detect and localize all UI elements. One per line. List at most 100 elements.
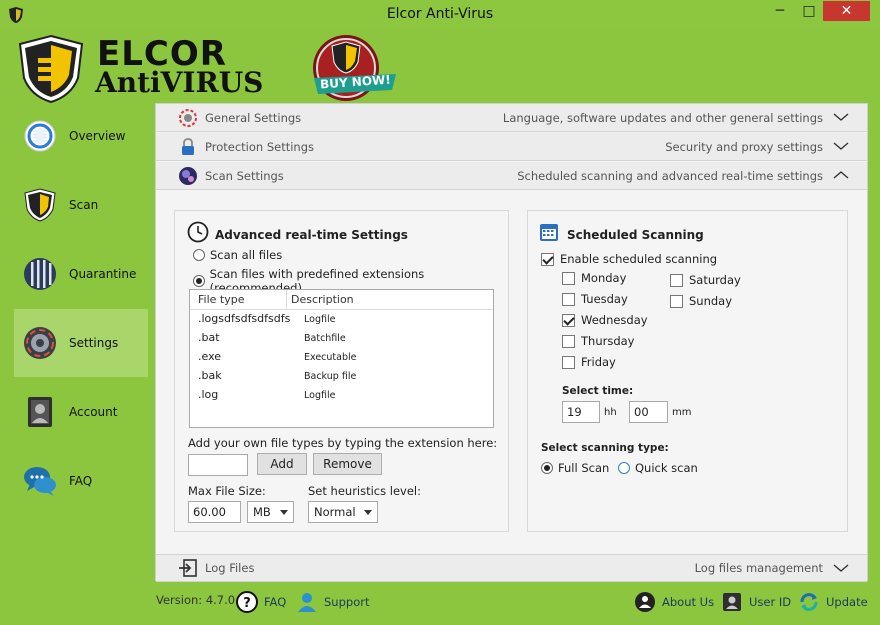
table-row[interactable]: .bat Batchfile xyxy=(190,329,493,348)
radio-circle-selected xyxy=(193,275,205,287)
description-cell: Batchfile xyxy=(304,333,346,344)
radio-circle xyxy=(193,249,205,261)
add-button[interactable]: Add xyxy=(257,453,307,475)
elcor-logo-shield xyxy=(18,34,84,104)
section-scan-settings[interactable]: Scan Settings Scheduled scanning and adv… xyxy=(156,162,867,190)
table-row[interactable]: .logsdfsdfsdfsdfs Logfile xyxy=(190,310,493,329)
footer-support-label: Support xyxy=(324,595,370,609)
description-cell: Backup file xyxy=(304,371,357,382)
nav-item-overview[interactable]: Overview xyxy=(14,102,148,170)
nav-item-scan[interactable]: Scan xyxy=(14,171,148,239)
radio-full-scan[interactable]: Full Scan xyxy=(541,461,609,475)
column-separator xyxy=(286,290,287,310)
close-button[interactable]: ✕ xyxy=(823,1,870,21)
footer-about-link[interactable]: About Us xyxy=(634,591,714,613)
section-title: Protection Settings xyxy=(205,139,315,154)
nav-item-account[interactable]: Account xyxy=(14,378,148,446)
table-header: File type Description xyxy=(190,290,493,310)
section-log-files[interactable]: Log Files Log files management xyxy=(156,554,867,582)
day-thursday-checkbox[interactable]: Thursday xyxy=(562,334,634,348)
checkbox-checked xyxy=(562,313,575,327)
section-description: Security and proxy settings xyxy=(665,139,823,154)
footer-support-link[interactable]: Support xyxy=(296,591,369,613)
about-icon xyxy=(635,592,655,612)
nav-item-faq[interactable]: FAQ xyxy=(14,447,148,515)
minimize-button[interactable]: ─ xyxy=(766,1,794,21)
section-protection-settings[interactable]: Protection Settings Security and proxy s… xyxy=(156,133,867,161)
nav-item-settings[interactable]: Settings xyxy=(14,309,148,377)
extension-input[interactable] xyxy=(188,454,248,476)
lock-icon xyxy=(182,137,194,155)
footer-user-id-label: User ID xyxy=(749,595,792,609)
shield-icon xyxy=(24,188,56,222)
checkbox-checked xyxy=(541,252,554,266)
section-description: Language, software updates and other gen… xyxy=(502,110,823,125)
day-tuesday-checkbox[interactable]: Tuesday xyxy=(562,292,628,306)
checkbox-label: Tuesday xyxy=(581,292,628,306)
scheduled-scanning-panel: Scheduled Scanning Enable scheduled scan… xyxy=(527,210,848,532)
radio-label: Scan all files xyxy=(210,248,283,262)
support-user-icon xyxy=(298,593,316,612)
buy-now-badge[interactable]: BUY NOW! xyxy=(308,34,400,104)
checkbox xyxy=(562,292,575,306)
file-type-cell: .exe xyxy=(198,350,222,363)
day-saturday-checkbox[interactable]: Saturday xyxy=(670,273,741,287)
hour-input[interactable]: 19 xyxy=(562,401,600,423)
radio-scan-all-files[interactable]: Scan all files xyxy=(193,248,282,262)
checkbox xyxy=(562,334,575,348)
file-type-cell: .logsdfsdfsdfsdfs xyxy=(198,312,291,325)
file-types-table[interactable]: File type Description .logsdfsdfsdfsdfs … xyxy=(189,289,494,428)
scan-globe-icon xyxy=(179,166,197,185)
remove-button[interactable]: Remove xyxy=(313,453,382,475)
chevron-down-icon[interactable] xyxy=(833,110,849,124)
file-type-cell: .bat xyxy=(198,331,220,344)
radio-circle-selected xyxy=(541,462,553,474)
day-friday-checkbox[interactable]: Friday xyxy=(562,355,616,369)
title-bar: Elcor Anti-Virus ─ □ ✕ xyxy=(0,0,880,30)
nav-item-quarantine[interactable]: Quarantine xyxy=(14,240,148,308)
chevron-down-icon[interactable] xyxy=(833,561,849,575)
day-wednesday-checkbox[interactable]: Wednesday xyxy=(562,313,648,327)
column-header-file-type[interactable]: File type xyxy=(198,293,244,306)
size-unit-select[interactable]: MB xyxy=(247,501,294,523)
section-general-settings[interactable]: General Settings Language, software upda… xyxy=(156,104,867,132)
footer-update-link[interactable]: Update xyxy=(798,591,868,613)
section-description: Scheduled scanning and advanced real-tim… xyxy=(517,168,823,183)
nav-label: Account xyxy=(69,405,118,419)
section-title: Log Files xyxy=(205,561,255,575)
checkbox-label: Saturday xyxy=(689,273,741,287)
heuristics-select[interactable]: Normal xyxy=(308,501,378,523)
day-sunday-checkbox[interactable]: Sunday xyxy=(670,294,732,308)
brand-product: AntiVIRUS xyxy=(95,66,264,99)
footer-faq-link[interactable]: ? FAQ xyxy=(236,591,286,613)
checkbox-label: Sunday xyxy=(689,294,733,308)
description-cell: Executable xyxy=(304,352,357,363)
footer-user-id-link[interactable]: User ID xyxy=(721,591,791,613)
maximize-button[interactable]: □ xyxy=(795,1,823,21)
radio-quick-scan[interactable]: Quick scan xyxy=(618,461,698,475)
file-type-cell: .bak xyxy=(198,369,222,382)
heuristics-value: Normal xyxy=(314,505,356,519)
nav-label: Overview xyxy=(69,129,126,143)
max-file-size-input[interactable]: 60.00 xyxy=(188,501,241,523)
table-row[interactable]: .bak Backup file xyxy=(190,367,493,386)
overview-icon xyxy=(24,120,56,152)
minute-input[interactable]: 00 xyxy=(629,401,668,423)
radio-label: Full Scan xyxy=(558,461,610,475)
table-row[interactable]: .exe Executable xyxy=(190,348,493,367)
scheduled-title: Scheduled Scanning xyxy=(567,228,704,242)
checkbox-label: Enable scheduled scanning xyxy=(560,252,718,266)
hh-label: hh xyxy=(604,407,617,418)
nav-label: Settings xyxy=(69,336,119,350)
nav-label: Scan xyxy=(69,198,99,212)
table-row[interactable]: .log Logfile xyxy=(190,386,493,405)
column-header-description[interactable]: Description xyxy=(291,293,354,306)
nav-label: Quarantine xyxy=(69,267,137,281)
chevron-down-icon[interactable] xyxy=(833,139,849,153)
select-time-label: Select time: xyxy=(562,385,634,397)
settings-content: General Settings Language, software upda… xyxy=(155,103,868,582)
chevron-up-icon[interactable] xyxy=(833,168,849,182)
quarantine-icon xyxy=(24,258,56,290)
enable-scheduled-checkbox[interactable]: Enable scheduled scanning xyxy=(541,252,717,266)
day-monday-checkbox[interactable]: Monday xyxy=(562,271,626,285)
